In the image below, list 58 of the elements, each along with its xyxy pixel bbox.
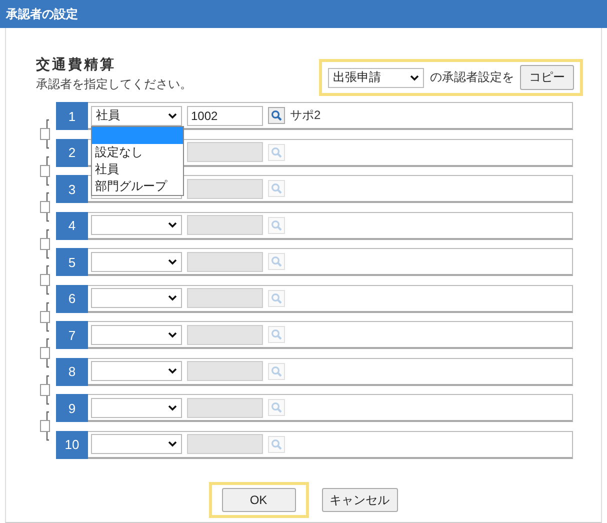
dropdown-option[interactable]: 設定なし — [92, 144, 183, 160]
search-icon — [271, 329, 282, 340]
type-select[interactable] — [91, 434, 182, 454]
step-number: 2 — [56, 138, 88, 166]
search-icon — [271, 256, 282, 267]
search-icon — [271, 110, 282, 121]
caret-icon — [168, 404, 177, 410]
type-select[interactable] — [91, 215, 182, 235]
caret-icon — [168, 295, 177, 301]
caret-icon — [168, 258, 177, 264]
type-select[interactable] — [91, 324, 182, 344]
approver-name: サポ2 — [290, 107, 321, 124]
code-field[interactable]: 1002 — [187, 106, 263, 126]
connector-icon — [39, 265, 53, 296]
search-icon — [271, 220, 282, 230]
step-number: 5 — [56, 248, 88, 276]
search-icon — [271, 292, 282, 304]
search-button[interactable] — [268, 107, 285, 124]
caret-icon — [168, 332, 177, 338]
step-number: 6 — [56, 284, 88, 312]
caret-icon — [410, 74, 419, 80]
ok-button[interactable]: OK — [222, 488, 296, 512]
connector-icon — [39, 119, 53, 150]
dropdown-option[interactable] — [92, 126, 183, 144]
step-number: 9 — [56, 394, 88, 422]
step-number: 1 — [56, 102, 88, 130]
window-title: 承認者の設定 — [6, 6, 78, 22]
search-icon — [271, 146, 282, 158]
source-select[interactable]: 出張申請 — [328, 68, 424, 88]
search-icon — [271, 438, 282, 450]
connector-icon — [39, 228, 53, 259]
connector-icon — [39, 374, 53, 405]
search-icon — [271, 183, 282, 194]
connector-icon — [39, 411, 53, 442]
step-number: 8 — [56, 358, 88, 386]
search-icon — [271, 366, 282, 376]
step-number: 10 — [56, 430, 88, 458]
cancel-button[interactable]: キャンセル — [322, 488, 398, 512]
type-select[interactable] — [91, 361, 182, 381]
step-number: 3 — [56, 175, 88, 203]
step-number: 7 — [56, 321, 88, 349]
instruction-text: 承認者を指定してください。 — [36, 76, 192, 93]
type-select[interactable] — [91, 398, 182, 418]
search-icon — [271, 402, 282, 413]
step-number: 4 — [56, 212, 88, 240]
connector-icon — [39, 338, 53, 368]
type-select[interactable] — [91, 288, 182, 308]
form-heading: 交通費精算 — [36, 56, 117, 74]
caret-icon — [168, 222, 177, 228]
caret-icon — [168, 112, 177, 118]
type-select[interactable] — [91, 252, 182, 272]
connector-icon — [39, 192, 53, 222]
copy-button[interactable]: コピー — [520, 65, 574, 90]
connector-icon — [39, 302, 53, 332]
caret-icon — [168, 368, 177, 374]
caret-icon — [168, 441, 177, 447]
connector-icon — [39, 156, 53, 186]
copy-label: の承認者設定を — [430, 69, 514, 86]
